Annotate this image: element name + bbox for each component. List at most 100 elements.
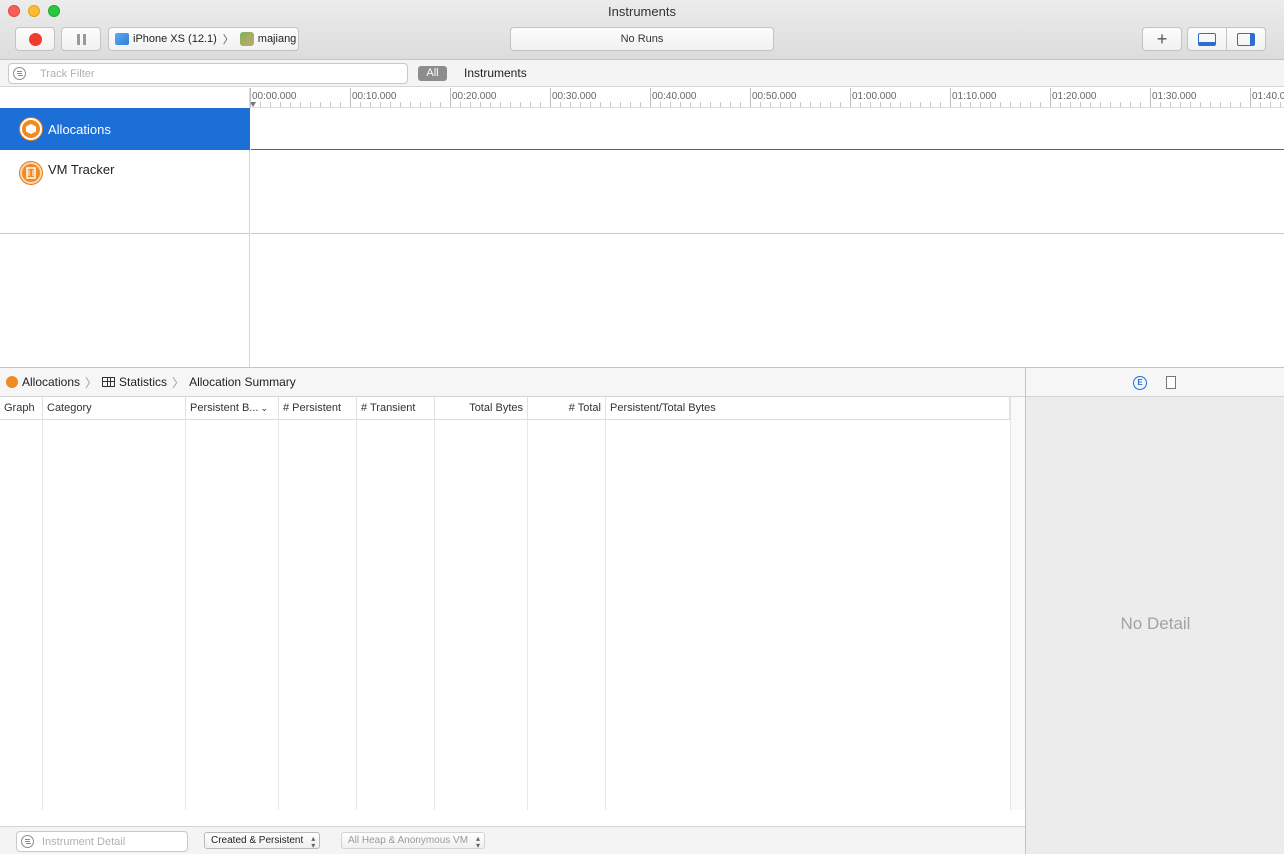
ruler-minor-tick — [360, 102, 361, 107]
breadcrumb-allocations[interactable]: Allocations — [22, 375, 80, 389]
breadcrumb-statistics[interactable]: Statistics — [119, 375, 167, 389]
runs-display[interactable]: No Runs — [510, 27, 774, 51]
ruler-minor-tick — [390, 102, 391, 107]
ruler-major-tick — [750, 88, 751, 107]
ruler-minor-tick — [1120, 102, 1121, 107]
ruler-minor-tick — [680, 102, 681, 107]
column-divider — [434, 420, 435, 810]
track-vm-tracker[interactable]: VM Tracker — [0, 150, 250, 234]
allocations-graph[interactable] — [251, 108, 1284, 150]
ruler-minor-tick — [330, 102, 331, 107]
filter-icon — [13, 67, 26, 80]
column-category[interactable]: Category — [43, 397, 186, 420]
ruler-minor-tick — [970, 102, 971, 107]
lifespan-value: Created & Persistent — [211, 835, 304, 846]
column-total-bytes[interactable]: Total Bytes — [435, 397, 528, 420]
ruler-minor-tick — [1110, 102, 1111, 107]
ruler-tick-label: 01:00.000 — [852, 91, 897, 102]
ruler-minor-tick — [590, 102, 591, 107]
file-icon[interactable] — [1166, 376, 1176, 389]
vm-tracker-graph[interactable] — [251, 150, 1284, 234]
ruler-minor-tick — [640, 102, 641, 107]
window-title: Instruments — [608, 4, 676, 19]
ruler-minor-tick — [1090, 102, 1091, 107]
ruler-minor-tick — [1270, 102, 1271, 107]
ruler-minor-tick — [1100, 102, 1101, 107]
pause-button[interactable] — [61, 27, 101, 51]
chevron-right-icon: 〉 — [222, 34, 234, 46]
column-graph[interactable]: Graph — [0, 397, 43, 420]
table-icon — [102, 377, 116, 387]
ruler-tick-label: 00:30.000 — [552, 91, 597, 102]
ruler-minor-tick — [780, 102, 781, 107]
breadcrumb-allocation-summary[interactable]: Allocation Summary — [189, 375, 296, 389]
ruler-tick-label: 01:30.000 — [1152, 91, 1197, 102]
allocation-table-body[interactable] — [0, 420, 1010, 810]
ruler-minor-tick — [520, 102, 521, 107]
column-divider — [527, 420, 528, 810]
ruler-tick-label: 00:10.000 — [352, 91, 397, 102]
ruler-tick-label: 00:00.000 — [252, 91, 297, 102]
timeline-graph-area[interactable] — [251, 108, 1284, 367]
instruments-window: Instruments iPhone XS (12.1) 〉 majiang N… — [0, 0, 1284, 854]
ruler-minor-tick — [510, 102, 511, 107]
ruler-minor-tick — [1230, 102, 1231, 107]
ruler-minor-tick — [730, 102, 731, 107]
track-allocations[interactable]: Allocations — [0, 108, 250, 150]
record-button[interactable] — [15, 27, 55, 51]
column-persistent-count[interactable]: # Persistent — [279, 397, 357, 420]
inspector-tabs: E — [1026, 368, 1284, 397]
ruler-minor-tick — [720, 102, 721, 107]
allocation-type-popup[interactable]: All Heap & Anonymous VM ▴ ▾ — [341, 832, 486, 850]
add-instrument-button[interactable]: + — [1142, 27, 1182, 51]
extended-detail-icon[interactable]: E — [1133, 376, 1147, 390]
track-filter-input[interactable] — [40, 67, 380, 80]
device-label: iPhone XS (12.1) — [133, 33, 217, 45]
ruler-minor-tick — [700, 102, 701, 107]
column-persistent-bytes[interactable]: Persistent B... ⌄ — [186, 397, 279, 420]
lifespan-popup[interactable]: Created & Persistent ▴ ▾ — [204, 832, 321, 850]
toggle-inspector-button[interactable] — [1226, 27, 1266, 51]
target-device-selector[interactable]: iPhone XS (12.1) 〉 majiang — [108, 27, 299, 51]
column-transient-count[interactable]: # Transient — [357, 397, 435, 420]
all-scope-button[interactable]: All — [418, 66, 447, 81]
chevron-right-icon: 〉 — [85, 375, 98, 390]
ruler-minor-tick — [1240, 102, 1241, 107]
filter-icon — [21, 835, 34, 848]
ruler-minor-tick — [770, 102, 771, 107]
column-persistent-total-bytes[interactable]: Persistent/Total Bytes — [606, 397, 1010, 420]
track-list: Allocations VM Tracker — [0, 88, 250, 367]
instruments-scope-button[interactable]: Instruments — [464, 66, 527, 80]
device-icon — [115, 33, 129, 45]
ruler-minor-tick — [1140, 102, 1141, 107]
track-filter-field[interactable] — [8, 63, 408, 84]
ruler-minor-tick — [1210, 102, 1211, 107]
ruler-minor-tick — [660, 102, 661, 107]
ruler-minor-tick — [270, 102, 271, 107]
detail-pane: Allocations 〉 Statistics 〉 Allocation Su… — [0, 367, 1025, 854]
ruler-minor-tick — [500, 102, 501, 107]
ruler-tick-label: 00:40.000 — [652, 91, 697, 102]
ruler-minor-tick — [990, 102, 991, 107]
instrument-detail-field[interactable] — [16, 831, 188, 852]
ruler-major-tick — [1150, 88, 1151, 107]
track-label: Allocations — [48, 121, 111, 137]
instrument-detail-input[interactable] — [42, 835, 182, 848]
toggle-detail-pane-button[interactable] — [1187, 27, 1227, 51]
inspector-pane: E No Detail — [1025, 367, 1284, 854]
column-total-count[interactable]: # Total — [528, 397, 606, 420]
ruler-minor-tick — [1280, 102, 1281, 107]
ruler-minor-tick — [400, 102, 401, 107]
ruler-minor-tick — [490, 102, 491, 107]
allocations-icon — [6, 376, 18, 388]
column-divider — [356, 420, 357, 810]
app-icon — [239, 32, 254, 46]
ruler-minor-tick — [260, 102, 261, 107]
vertical-scrollbar[interactable] — [1010, 397, 1025, 810]
ruler-minor-tick — [930, 102, 931, 107]
timeline-ruler[interactable]: 00:00.000 00:10.000 00:20.000 00:30.000 00:4… — [250, 88, 1284, 108]
ruler-minor-tick — [340, 102, 341, 107]
ruler-minor-tick — [920, 102, 921, 107]
ruler-minor-tick — [1060, 102, 1061, 107]
ruler-major-tick — [450, 88, 451, 107]
